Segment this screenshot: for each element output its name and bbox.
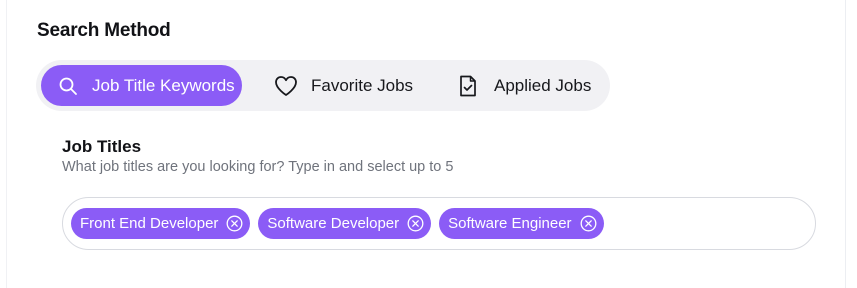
search-method-panel: Search Method Job Title Keywords Favorit… [0, 0, 846, 288]
chip-label: Software Developer [267, 215, 400, 232]
chip-label: Software Engineer [448, 215, 572, 232]
close-circle-icon [580, 215, 596, 232]
job-titles-label: Job Titles [62, 137, 142, 156]
job-title-chip: Front End Developer [71, 208, 251, 239]
section-title: Search Method [37, 20, 171, 41]
search-method-selector: Job Title Keywords Favorite Jobs Applied… [36, 60, 610, 111]
job-titles-input[interactable]: Front End Developer Software Developer S… [62, 197, 816, 250]
remove-chip-button[interactable] [580, 215, 597, 232]
chip-label: Front End Developer [80, 215, 219, 232]
document-check-icon [460, 75, 476, 96]
heart-icon [275, 75, 297, 96]
job-title-chip: Software Developer [258, 208, 432, 239]
close-circle-icon [407, 215, 424, 232]
tab-label: Job Title Keywords [92, 75, 235, 95]
tab-job-title-keywords[interactable]: Job Title Keywords [41, 65, 242, 106]
remove-chip-button[interactable] [407, 215, 424, 232]
tab-label: Favorite Jobs [311, 75, 414, 95]
job-title-chip: Software Engineer [439, 208, 604, 239]
remove-chip-button[interactable] [226, 215, 243, 232]
close-circle-icon [226, 215, 243, 232]
tab-label: Applied Jobs [494, 75, 592, 95]
tab-favorite-jobs[interactable]: Favorite Jobs [262, 65, 414, 106]
tab-applied-jobs[interactable]: Applied Jobs [448, 65, 598, 106]
job-titles-help-text: What job titles are you looking for? Typ… [62, 159, 454, 175]
search-icon [59, 77, 77, 95]
